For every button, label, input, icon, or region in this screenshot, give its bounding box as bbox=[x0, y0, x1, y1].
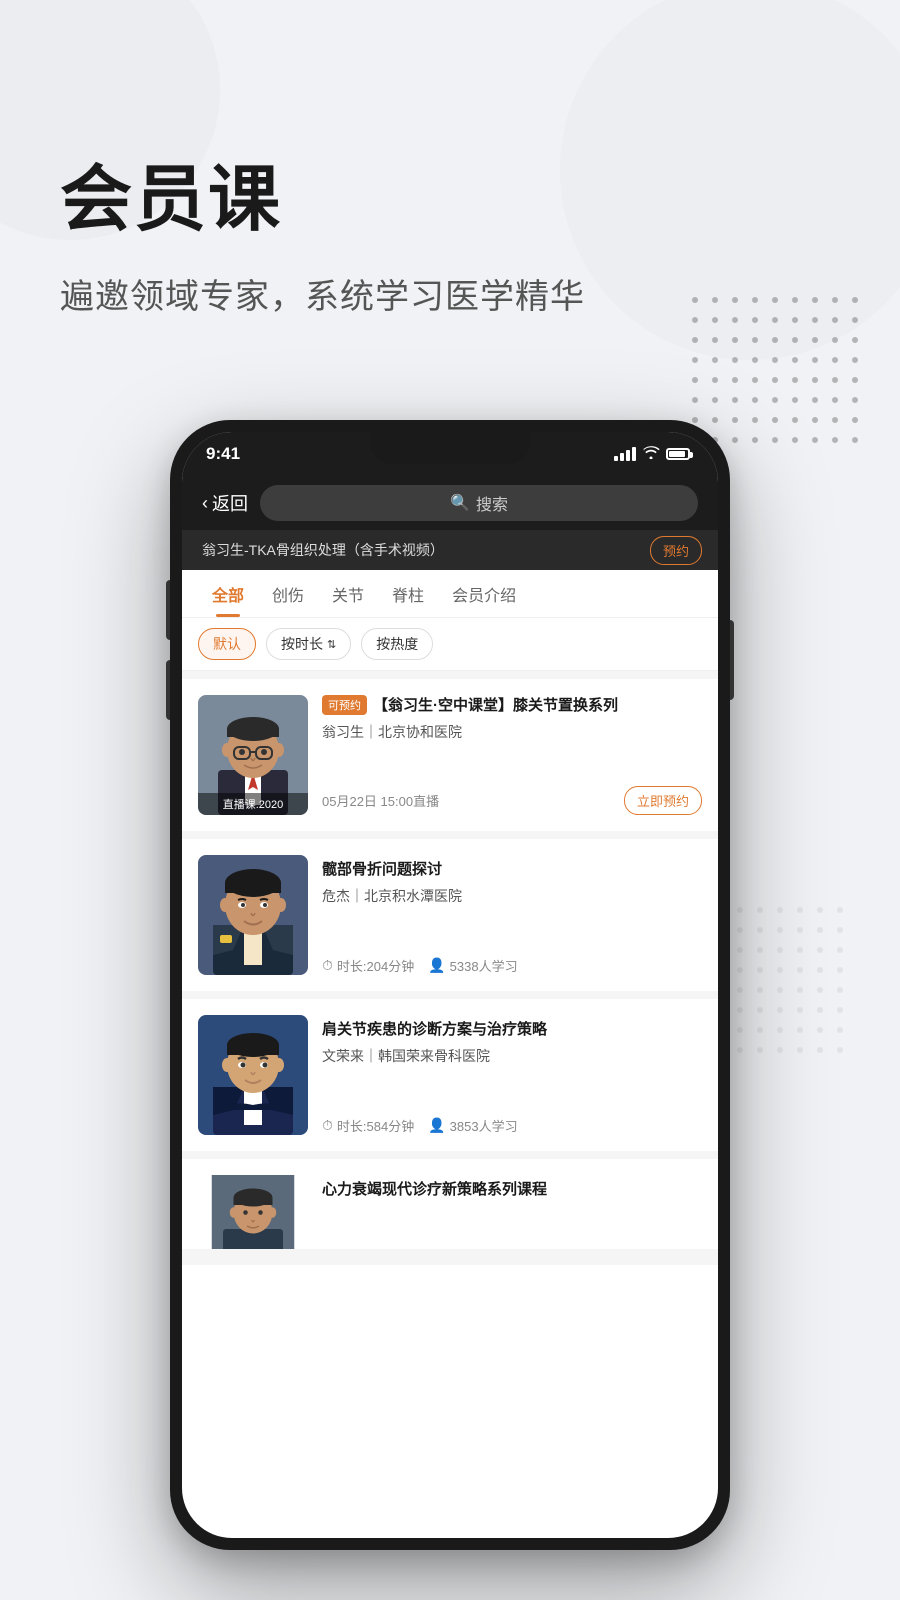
course-stats-2: ⏱ 时长:204分钟 👤 5338人学习 bbox=[322, 956, 702, 975]
sub-nav: 翁习生-TKA骨组织处理（含手术视频） 预约 bbox=[182, 530, 718, 570]
course-title-2: 髋部骨折问题探讨 bbox=[322, 859, 702, 880]
content-area: 全部 创伤 关节 脊柱 会员介绍 默认 按时长 ⇅ 按热度 bbox=[182, 570, 718, 1265]
course-title-4: 心力衰竭现代诊疗新策略系列课程 bbox=[322, 1179, 702, 1200]
tab-membership[interactable]: 会员介绍 bbox=[438, 570, 530, 617]
course-info-4: 心力衰竭现代诊疗新策略系列课程 bbox=[322, 1175, 702, 1233]
back-button[interactable]: ‹ 返回 bbox=[202, 490, 248, 516]
sub-nav-title: 翁习生-TKA骨组织处理（含手术视频） bbox=[202, 540, 650, 560]
course-card-2[interactable]: 髋部骨折问题探讨 危杰｜北京积水潭医院 ⏱ 时长:204分钟 👤 bbox=[182, 839, 718, 991]
sort-arrow-icon: ⇅ bbox=[327, 638, 336, 651]
sub-nav-book-button[interactable]: 预约 bbox=[650, 536, 702, 565]
clock-icon-3: ⏱ bbox=[322, 1117, 333, 1134]
learners-stat-2: 👤 5338人学习 bbox=[428, 956, 517, 975]
courses-list: 直播课.2020 可预约 【翁习生·空中课堂】膝关节置换系列 翁习生｜北京协和医… bbox=[182, 671, 718, 1265]
tab-bar: 全部 创伤 关节 脊柱 会员介绍 bbox=[182, 570, 718, 618]
signal-icon bbox=[614, 447, 636, 461]
course-thumb-1: 直播课.2020 bbox=[198, 695, 308, 815]
status-time: 9:41 bbox=[206, 444, 240, 464]
page-subtitle: 遍邀领域专家，系统学习医学精华 bbox=[60, 269, 585, 318]
course-doctor-3: 文荣来｜韩国荣来骨科医院 bbox=[322, 1046, 702, 1066]
tag-bookable-1: 可预约 bbox=[322, 695, 367, 715]
search-box[interactable]: 🔍 搜索 bbox=[260, 485, 698, 521]
filter-bar: 默认 按时长 ⇅ 按热度 bbox=[182, 618, 718, 671]
course-card-4[interactable]: 心力衰竭现代诊疗新策略系列课程 bbox=[182, 1159, 718, 1249]
course-meta-1: 05月22日 15:00直播 立即预约 bbox=[322, 786, 702, 815]
course-thumb-2 bbox=[198, 855, 308, 975]
tab-all[interactable]: 全部 bbox=[198, 570, 258, 617]
status-bar: 9:41 bbox=[182, 432, 718, 476]
course-time-1: 05月22日 15:00直播 bbox=[322, 791, 439, 810]
course-info-1: 可预约 【翁习生·空中课堂】膝关节置换系列 翁习生｜北京协和医院 05月22日 … bbox=[322, 695, 702, 815]
course-thumb-3 bbox=[198, 1015, 308, 1135]
thumb-label-1: 直播课.2020 bbox=[198, 793, 308, 815]
filter-duration[interactable]: 按时长 ⇅ bbox=[266, 628, 351, 660]
dot-pattern-2 bbox=[710, 900, 860, 1060]
tab-trauma[interactable]: 创伤 bbox=[258, 570, 318, 617]
back-label: 返回 bbox=[212, 490, 248, 516]
course-doctor-1: 翁习生｜北京协和医院 bbox=[322, 722, 702, 742]
filter-default[interactable]: 默认 bbox=[198, 628, 256, 660]
people-icon-3: 👤 bbox=[428, 1117, 445, 1134]
duration-stat-2: ⏱ 时长:204分钟 bbox=[322, 956, 414, 975]
learners-stat-3: 👤 3853人学习 bbox=[428, 1116, 517, 1135]
status-icons bbox=[614, 445, 690, 464]
tab-spine[interactable]: 脊柱 bbox=[378, 570, 438, 617]
book-button-1[interactable]: 立即预约 bbox=[624, 786, 702, 815]
filter-popularity[interactable]: 按热度 bbox=[361, 628, 433, 660]
nav-bar: ‹ 返回 🔍 搜索 bbox=[182, 476, 718, 530]
battery-icon bbox=[666, 448, 690, 460]
phone-device: 9:41 bbox=[170, 420, 730, 1550]
page-title: 会员课 bbox=[60, 140, 585, 245]
course-title-1: 【翁习生·空中课堂】膝关节置换系列 bbox=[373, 695, 618, 716]
phone-screen: 9:41 bbox=[182, 432, 718, 1538]
course-info-3: 肩关节疾患的诊断方案与治疗策略 文荣来｜韩国荣来骨科医院 ⏱ 时长:584分钟 … bbox=[322, 1015, 702, 1135]
search-placeholder: 搜索 bbox=[476, 491, 508, 515]
search-icon: 🔍 bbox=[450, 493, 470, 513]
course-stats-3: ⏱ 时长:584分钟 👤 3853人学习 bbox=[322, 1116, 702, 1135]
notch bbox=[370, 432, 530, 464]
wifi-icon bbox=[642, 445, 660, 464]
duration-stat-3: ⏱ 时长:584分钟 bbox=[322, 1116, 414, 1135]
course-title-3: 肩关节疾患的诊断方案与治疗策略 bbox=[322, 1019, 702, 1040]
course-doctor-2: 危杰｜北京积水潭医院 bbox=[322, 886, 702, 906]
course-title-row-1: 可预约 【翁习生·空中课堂】膝关节置换系列 bbox=[322, 695, 702, 716]
people-icon: 👤 bbox=[428, 957, 445, 974]
course-thumb-4 bbox=[198, 1175, 308, 1249]
chevron-left-icon: ‹ bbox=[202, 493, 208, 514]
clock-icon: ⏱ bbox=[322, 957, 333, 974]
tab-joint[interactable]: 关节 bbox=[318, 570, 378, 617]
phone-frame: 9:41 bbox=[170, 420, 730, 1550]
course-info-2: 髋部骨折问题探讨 危杰｜北京积水潭医院 ⏱ 时长:204分钟 👤 bbox=[322, 855, 702, 975]
course-card-3[interactable]: 肩关节疾患的诊断方案与治疗策略 文荣来｜韩国荣来骨科医院 ⏱ 时长:584分钟 … bbox=[182, 999, 718, 1151]
page-header: 会员课 遍邀领域专家，系统学习医学精华 bbox=[60, 140, 585, 318]
course-card-1[interactable]: 直播课.2020 可预约 【翁习生·空中课堂】膝关节置换系列 翁习生｜北京协和医… bbox=[182, 679, 718, 831]
